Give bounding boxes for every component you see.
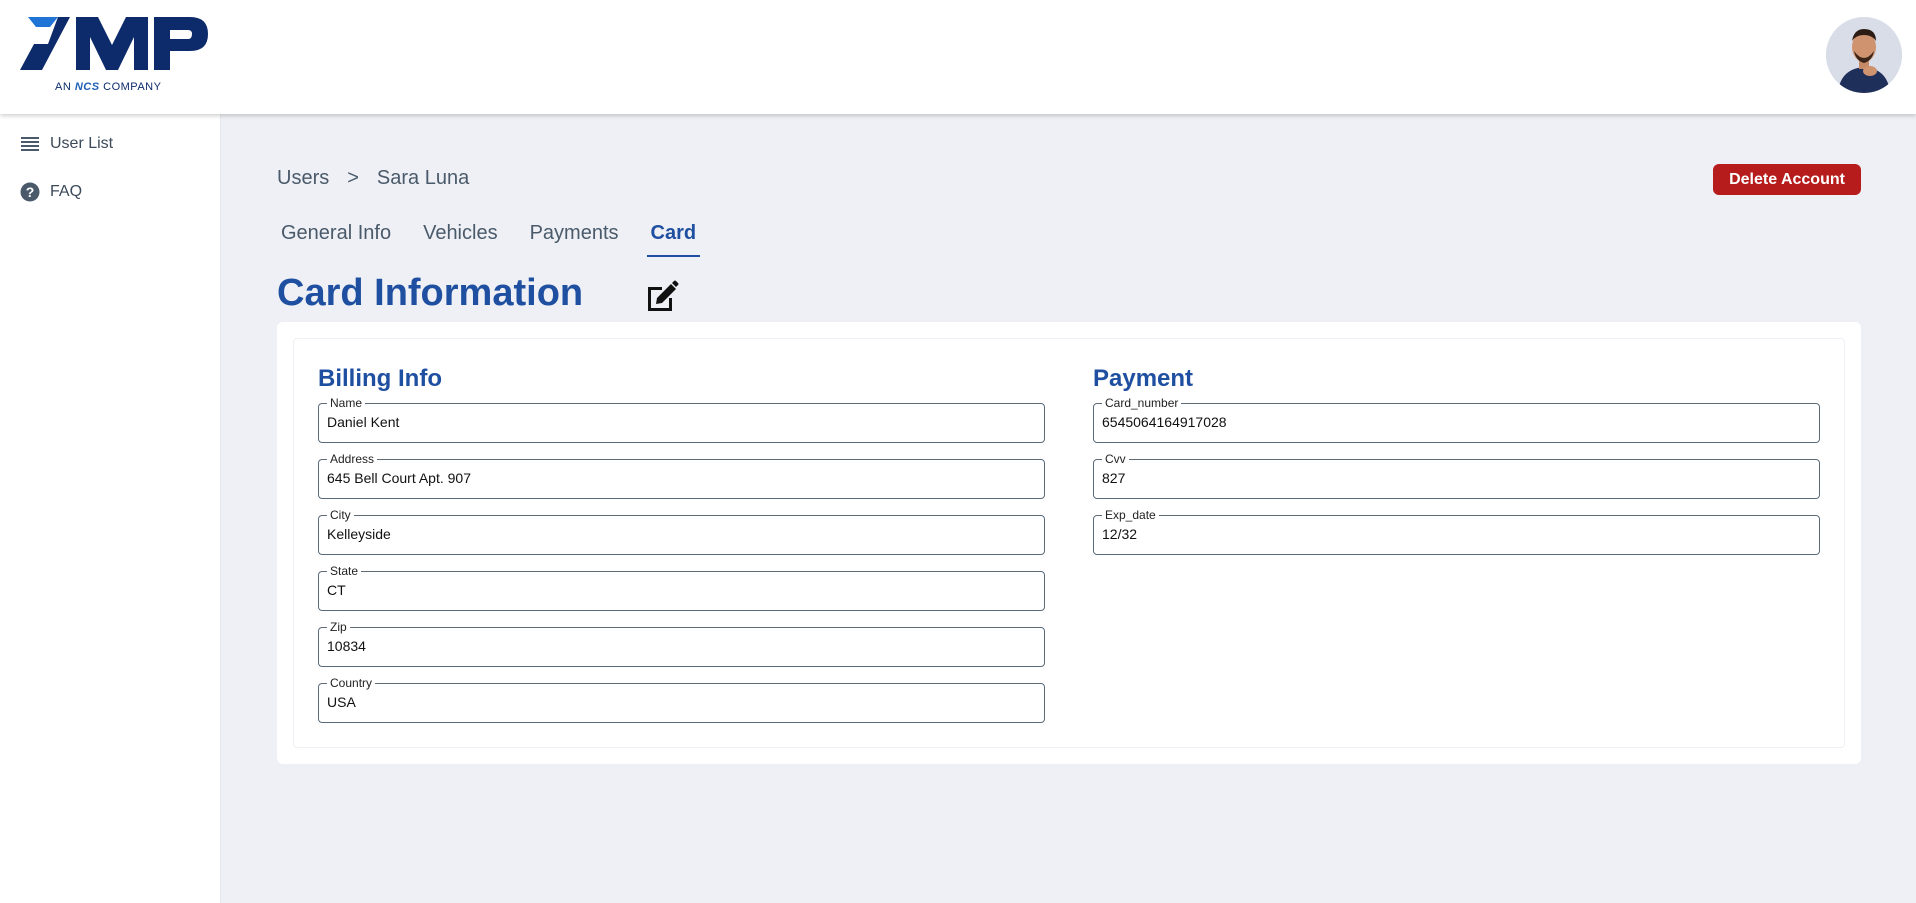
logo-tagline: AN NCS COMPANY (55, 81, 162, 93)
delete-account-button[interactable]: Delete Account (1713, 164, 1861, 195)
card-information-panel: Billing Info Name Address City State Zip (277, 322, 1861, 764)
user-avatar[interactable] (1826, 17, 1902, 93)
cvv-field[interactable]: Cvv (1093, 452, 1820, 499)
field-label: Name (327, 396, 366, 410)
main-content: Users > Sara Luna Delete Account General… (221, 114, 1916, 903)
field-label: Zip (327, 620, 350, 634)
cvv-input[interactable] (1102, 470, 1802, 486)
billing-zip-input[interactable] (327, 638, 1027, 654)
tab-payments[interactable]: Payments (526, 222, 623, 257)
sidebar: User List ? FAQ (0, 114, 221, 903)
sidebar-item-faq[interactable]: ? FAQ (20, 182, 82, 202)
tab-general-info[interactable]: General Info (277, 222, 395, 257)
billing-state-input[interactable] (327, 582, 1027, 598)
breadcrumb-separator: > (347, 167, 359, 189)
billing-address-input[interactable] (327, 470, 1027, 486)
top-header: AN NCS COMPANY (0, 0, 1916, 114)
card-number-input[interactable] (1102, 414, 1802, 430)
sidebar-item-label: User List (50, 135, 114, 152)
breadcrumb-current: Sara Luna (376, 167, 470, 189)
tab-bar: General Info Vehicles Payments Card (277, 222, 724, 257)
exp-date-field[interactable]: Exp_date (1093, 508, 1820, 555)
avatar-photo (1826, 17, 1902, 93)
field-label: Exp_date (1102, 508, 1159, 522)
breadcrumb: Users > Sara Luna (277, 167, 469, 190)
field-label: Country (327, 676, 376, 690)
svg-text:?: ? (26, 184, 35, 200)
field-label: City (327, 508, 354, 522)
field-label: Card_number (1102, 396, 1182, 410)
billing-zip-field[interactable]: Zip (318, 620, 1045, 667)
field-label: State (327, 564, 362, 578)
billing-name-field[interactable]: Name (318, 396, 1045, 443)
billing-name-input[interactable] (327, 414, 1027, 430)
breadcrumb-users-link[interactable]: Users (277, 167, 329, 190)
billing-country-field[interactable]: Country (318, 676, 1045, 723)
billing-address-field[interactable]: Address (318, 452, 1045, 499)
sidebar-item-user-list[interactable]: User List (20, 134, 113, 154)
sidebar-item-label: FAQ (50, 183, 83, 200)
edit-icon[interactable] (645, 280, 679, 312)
field-label: Address (327, 452, 378, 466)
question-circle-icon: ? (20, 182, 40, 202)
tab-vehicles[interactable]: Vehicles (419, 222, 502, 257)
payment-title: Payment (1093, 365, 1194, 392)
list-icon (20, 134, 40, 154)
card-number-field[interactable]: Card_number (1093, 396, 1820, 443)
tab-card[interactable]: Card (646, 222, 701, 257)
amp-logo[interactable]: AN NCS COMPANY (20, 17, 210, 97)
billing-state-field[interactable]: State (318, 564, 1045, 611)
billing-country-input[interactable] (327, 694, 1027, 710)
billing-info-title: Billing Info (318, 365, 442, 392)
exp-date-input[interactable] (1102, 526, 1802, 542)
page-title: Card Information (277, 272, 584, 314)
card-information-content: Billing Info Name Address City State Zip (293, 338, 1845, 748)
billing-city-field[interactable]: City (318, 508, 1045, 555)
billing-city-input[interactable] (327, 526, 1027, 542)
field-label: Cvv (1102, 452, 1129, 466)
amp-logo-mark (20, 17, 208, 70)
